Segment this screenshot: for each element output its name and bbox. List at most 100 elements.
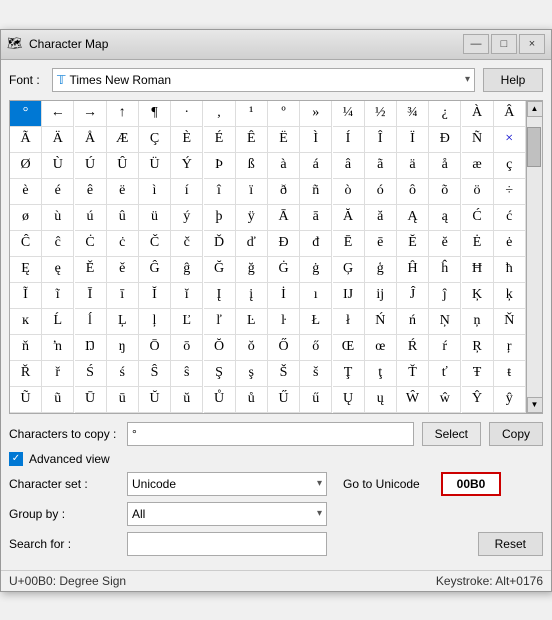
char-cell[interactable]: Ŝ xyxy=(139,361,171,387)
char-cell[interactable]: Ġ xyxy=(268,257,300,283)
close-button[interactable]: × xyxy=(519,34,545,54)
char-cell[interactable]: Ī xyxy=(75,283,107,309)
char-cell[interactable]: ń xyxy=(397,309,429,335)
char-cell[interactable]: Ĵ xyxy=(397,283,429,309)
char-cell[interactable]: ŕ xyxy=(429,335,461,361)
char-cell[interactable]: Ĥ xyxy=(397,257,429,283)
char-cell[interactable]: Ĺ xyxy=(42,309,74,335)
char-cell[interactable]: ė xyxy=(494,231,526,257)
char-cell[interactable]: æ xyxy=(462,153,494,179)
char-cell[interactable]: , xyxy=(204,101,236,127)
char-cell[interactable]: ł xyxy=(333,309,365,335)
char-cell[interactable]: Ä xyxy=(42,127,74,153)
char-cell[interactable]: Ø xyxy=(10,153,42,179)
char-cell[interactable]: Ŋ xyxy=(75,335,107,361)
char-cell[interactable]: Ł xyxy=(300,309,332,335)
char-cell[interactable]: å xyxy=(429,153,461,179)
char-cell[interactable]: Ĕ xyxy=(397,231,429,257)
char-cell[interactable]: Š xyxy=(268,361,300,387)
char-cell[interactable]: Ŕ xyxy=(397,335,429,361)
char-cell[interactable]: Ŗ xyxy=(462,335,494,361)
char-cell[interactable]: Ŵ xyxy=(397,387,429,413)
char-cell[interactable]: Ō xyxy=(139,335,171,361)
char-cell[interactable]: ı xyxy=(300,283,332,309)
char-cell[interactable]: é xyxy=(42,179,74,205)
char-cell[interactable]: Į xyxy=(204,283,236,309)
char-cell[interactable]: ü xyxy=(139,205,171,231)
char-cell[interactable]: ā xyxy=(300,205,332,231)
font-dropdown[interactable]: 𝕋 Times New Roman ▾ xyxy=(52,68,475,92)
char-cell[interactable]: Ħ xyxy=(462,257,494,283)
char-cell[interactable]: Œ xyxy=(333,335,365,361)
char-cell[interactable]: ģ xyxy=(365,257,397,283)
char-cell[interactable]: » xyxy=(300,101,332,127)
select-button[interactable]: Select xyxy=(422,422,481,446)
char-cell[interactable]: ą xyxy=(429,205,461,231)
char-cell[interactable]: ē xyxy=(365,231,397,257)
char-cell[interactable]: Ŧ xyxy=(462,361,494,387)
char-cell[interactable]: ŭ xyxy=(171,387,203,413)
char-cell[interactable]: ġ xyxy=(300,257,332,283)
char-cell[interactable]: ô xyxy=(397,179,429,205)
char-cell[interactable]: ø xyxy=(10,205,42,231)
char-cell[interactable]: ° xyxy=(10,101,42,127)
char-cell[interactable]: ß xyxy=(236,153,268,179)
scroll-track[interactable] xyxy=(527,117,542,397)
char-cell[interactable]: Ĝ xyxy=(139,257,171,283)
char-cell[interactable]: İ xyxy=(268,283,300,309)
char-cell[interactable]: Ĩ xyxy=(10,283,42,309)
char-cell[interactable]: ť xyxy=(429,361,461,387)
char-cell[interactable]: ŵ xyxy=(429,387,461,413)
char-cell[interactable]: ¿ xyxy=(429,101,461,127)
char-cell[interactable]: č xyxy=(171,231,203,257)
char-cell[interactable]: ŷ xyxy=(494,387,526,413)
char-cell[interactable]: Å xyxy=(75,127,107,153)
char-cell[interactable]: Ñ xyxy=(462,127,494,153)
char-cell[interactable]: ¹ xyxy=(236,101,268,127)
char-cell[interactable]: ĥ xyxy=(429,257,461,283)
char-cell[interactable]: É xyxy=(204,127,236,153)
char-cell[interactable]: Č xyxy=(139,231,171,257)
char-cell[interactable]: Ů xyxy=(204,387,236,413)
char-cell[interactable]: Đ xyxy=(268,231,300,257)
char-cell[interactable]: Ľ xyxy=(171,309,203,335)
char-cell[interactable]: × xyxy=(494,127,526,153)
char-cell[interactable]: ă xyxy=(365,205,397,231)
char-cell[interactable]: ŉ xyxy=(42,335,74,361)
char-cell[interactable]: Ř xyxy=(10,361,42,387)
char-cell[interactable]: Ő xyxy=(268,335,300,361)
char-cell[interactable]: ţ xyxy=(365,361,397,387)
char-cell[interactable]: Ă xyxy=(333,205,365,231)
char-cell[interactable]: Û xyxy=(107,153,139,179)
char-cell[interactable]: ì xyxy=(139,179,171,205)
char-cell[interactable]: ŏ xyxy=(236,335,268,361)
char-cell[interactable]: ĝ xyxy=(171,257,203,283)
char-cell[interactable]: ç xyxy=(494,153,526,179)
char-cell[interactable]: Ś xyxy=(75,361,107,387)
char-cell[interactable]: Ú xyxy=(75,153,107,179)
char-cell[interactable]: Ķ xyxy=(462,283,494,309)
char-cell[interactable]: ë xyxy=(107,179,139,205)
char-cell[interactable]: Ň xyxy=(494,309,526,335)
char-cell[interactable]: Ą xyxy=(397,205,429,231)
char-cell[interactable]: ś xyxy=(107,361,139,387)
char-cell[interactable]: ļ xyxy=(139,309,171,335)
char-cell[interactable]: Ģ xyxy=(333,257,365,283)
char-cell[interactable]: Ų xyxy=(333,387,365,413)
char-cell[interactable]: ŗ xyxy=(494,335,526,361)
help-button[interactable]: Help xyxy=(483,68,543,92)
scroll-thumb[interactable] xyxy=(527,127,541,167)
char-cell[interactable]: IJ xyxy=(333,283,365,309)
char-cell[interactable]: Ù xyxy=(42,153,74,179)
char-cell[interactable]: ľ xyxy=(204,309,236,335)
char-cell[interactable]: ī xyxy=(107,283,139,309)
char-cell[interactable]: œ xyxy=(365,335,397,361)
char-cell[interactable]: õ xyxy=(429,179,461,205)
char-cell[interactable]: ö xyxy=(462,179,494,205)
char-cell[interactable]: Ņ xyxy=(429,309,461,335)
char-cell[interactable]: ĭ xyxy=(171,283,203,309)
copy-input[interactable] xyxy=(127,422,414,446)
char-cell[interactable]: ¼ xyxy=(333,101,365,127)
char-cell[interactable]: Ũ xyxy=(10,387,42,413)
char-cell[interactable]: Ì xyxy=(300,127,332,153)
